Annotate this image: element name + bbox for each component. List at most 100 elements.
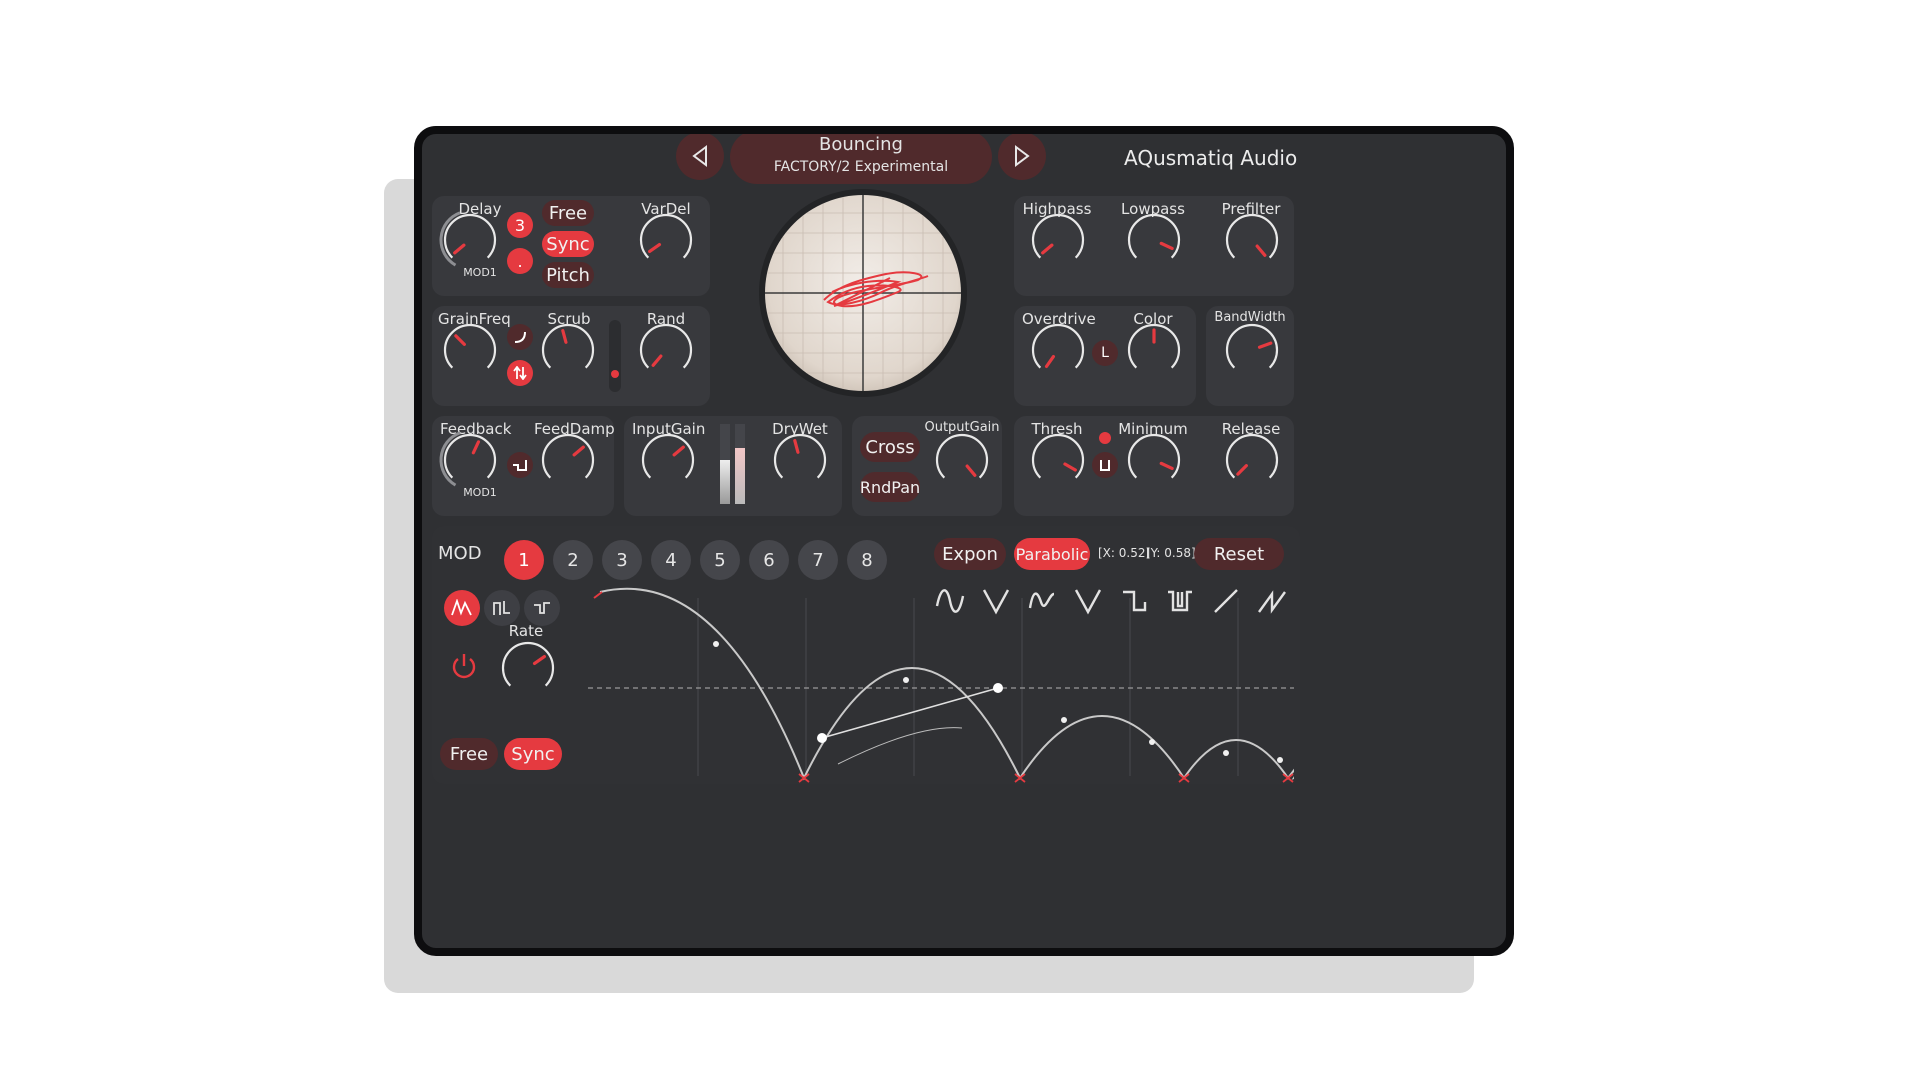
power-icon[interactable]	[448, 650, 480, 682]
scrub-knob[interactable]	[538, 320, 598, 380]
mod-slot-7[interactable]: 7	[798, 540, 838, 580]
mod-slot-4[interactable]: 4	[651, 540, 691, 580]
curve-handle	[817, 733, 827, 743]
brand-logo: AQusmatiq Audio	[1124, 146, 1298, 170]
mod-sync-button[interactable]: Sync	[504, 738, 562, 770]
feedback-mod-label: MOD1	[463, 486, 497, 499]
mod-random-button[interactable]	[524, 590, 560, 626]
xy-pad-scope[interactable]	[758, 188, 968, 398]
rand-knob[interactable]	[636, 320, 696, 380]
input-meter-right	[735, 424, 745, 504]
overdrive-knob[interactable]	[1028, 320, 1088, 380]
grain-curve-button[interactable]	[507, 324, 533, 350]
mod-envelope-button[interactable]	[444, 590, 480, 626]
mod-free-button[interactable]: Free	[440, 738, 498, 770]
triangle-right-icon	[1015, 145, 1030, 167]
knob-pointer	[572, 445, 585, 457]
next-preset-button[interactable]	[998, 134, 1046, 180]
curve-icon	[514, 331, 526, 343]
cross-button[interactable]: Cross	[860, 432, 920, 462]
delay-sync-button[interactable]: Sync	[542, 231, 594, 257]
feeddamp-knob[interactable]	[538, 430, 598, 490]
step-icon	[493, 601, 510, 615]
curve-point	[1277, 757, 1283, 763]
knob-pointer	[1041, 243, 1054, 255]
mod-slot-6[interactable]: 6	[749, 540, 789, 580]
delay-division-button[interactable]: 3	[507, 212, 533, 238]
knob-pointer	[1255, 244, 1267, 257]
delay-free-button[interactable]: Free	[542, 200, 594, 226]
knob-pointer	[453, 243, 466, 255]
x-readout: [X: 0.52]	[1098, 546, 1151, 560]
drywet-knob[interactable]	[770, 430, 830, 490]
knob-pointer	[1044, 354, 1056, 368]
node-marker	[1282, 773, 1294, 783]
feedback-knob[interactable]	[439, 430, 500, 490]
expon-button[interactable]: Expon	[934, 538, 1006, 570]
curve-handle	[993, 683, 1003, 693]
knob-pointer	[471, 440, 481, 455]
knob-pointer	[1159, 241, 1174, 251]
envelope-icon	[451, 599, 472, 616]
thresh-knob[interactable]	[1028, 430, 1088, 490]
mod-curve	[599, 587, 1294, 781]
scrub-slider[interactable]	[609, 320, 621, 392]
minimum-knob[interactable]	[1124, 430, 1184, 490]
prev-preset-button[interactable]	[676, 134, 724, 180]
knob-pointer	[1257, 341, 1273, 349]
rndpan-button[interactable]: RndPan	[860, 472, 920, 502]
mod-slot-5[interactable]: 5	[700, 540, 740, 580]
preset-path: FACTORY/2 Experimental	[773, 159, 949, 175]
grainfreq-knob[interactable]	[440, 320, 500, 380]
curve-point	[903, 677, 909, 683]
triangle-left-icon	[692, 145, 707, 167]
lowpass-knob[interactable]	[1124, 210, 1184, 270]
mod-slot-3[interactable]: 3	[602, 540, 642, 580]
mod-step-button[interactable]	[484, 590, 520, 626]
release-knob[interactable]	[1222, 430, 1282, 490]
vardel-knob[interactable]	[636, 210, 696, 270]
updown-arrows-icon	[513, 366, 527, 380]
grain-direction-button[interactable]	[507, 360, 533, 386]
bandwidth-knob[interactable]	[1222, 320, 1282, 380]
reset-button[interactable]: Reset	[1194, 538, 1284, 570]
delay-mod-label: MOD1	[463, 266, 497, 279]
node-marker	[798, 773, 810, 783]
mod-slot-8[interactable]: 8	[847, 540, 887, 580]
mod-slot-2[interactable]: 2	[553, 540, 593, 580]
curve-point	[1223, 750, 1229, 756]
knob-pointer	[651, 354, 663, 367]
random-icon	[534, 602, 550, 614]
parabolic-button[interactable]: Parabolic	[1014, 538, 1090, 570]
curve-point	[1149, 739, 1155, 745]
knob-pointer	[454, 334, 466, 346]
dynamics-indicator-dot	[1099, 432, 1111, 444]
delay-dotted-button[interactable]: .	[507, 248, 533, 274]
delay-knob[interactable]	[439, 210, 500, 270]
knob-pointer	[672, 445, 685, 457]
knob-pointer	[1159, 461, 1174, 471]
bracket-u-icon	[1100, 460, 1110, 471]
mod-curve-editor[interactable]	[588, 584, 1294, 784]
tension-line	[821, 687, 999, 739]
delay-pitch-button[interactable]: Pitch	[542, 262, 594, 288]
preset-display[interactable]: Bouncing FACTORY/2 Experimental	[730, 134, 992, 184]
inputgain-knob[interactable]	[638, 430, 698, 490]
dynamics-mode-button[interactable]	[1092, 452, 1118, 478]
mod-slot-1[interactable]: 1	[504, 540, 544, 580]
color-knob[interactable]	[1124, 320, 1184, 380]
outputgain-knob[interactable]	[932, 430, 992, 490]
handle-arc	[837, 727, 963, 765]
feedback-mode-button[interactable]	[507, 452, 533, 478]
plugin-window: Bouncing FACTORY/2 Experimental AQusmati…	[414, 126, 1514, 956]
knob-pointer	[1236, 464, 1248, 476]
start-marker	[593, 591, 603, 599]
drive-l-button[interactable]: L	[1092, 340, 1118, 366]
gate-step-icon	[513, 460, 527, 471]
input-meter-left	[720, 424, 730, 504]
preset-name: Bouncing	[819, 134, 903, 155]
rate-knob[interactable]	[498, 638, 558, 698]
highpass-knob[interactable]	[1028, 210, 1088, 270]
prefilter-knob[interactable]	[1222, 210, 1282, 270]
mod-label: MOD	[438, 543, 482, 564]
